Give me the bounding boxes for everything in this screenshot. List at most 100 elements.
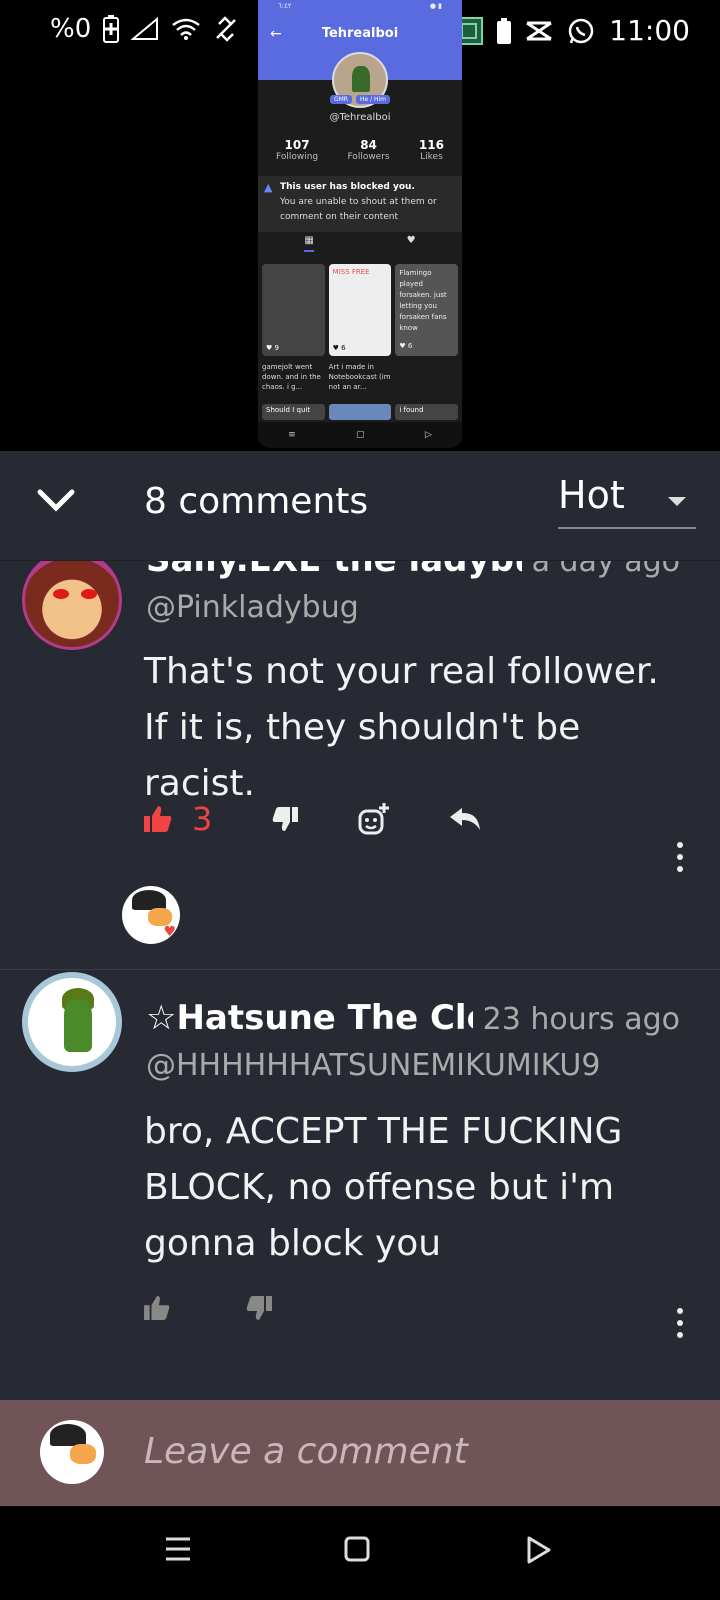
capcut-icon — [525, 19, 553, 43]
badge-pronouns: He / Him — [355, 95, 391, 104]
avatar-body — [64, 1000, 92, 1052]
blocked-title: This user has blocked you. — [280, 182, 415, 192]
badge-gmr: GMR — [329, 95, 352, 104]
stat-followers: 84 Followers — [347, 138, 389, 162]
embedded-post-grid: ♥ 9 MISS FREE ♥ 6 Flamingo played forsak… — [262, 264, 458, 356]
avatar-eye — [53, 589, 69, 599]
navigation-bar — [0, 1506, 720, 1600]
comments-count: 8 comments — [144, 481, 369, 522]
add-reaction-button[interactable] — [358, 803, 390, 835]
stat-likes-label: Likes — [420, 152, 443, 162]
embedded-screenshot: ٦:٤٢ ● ▮ ← Tehrealboi GMR He / Him @Tehr… — [258, 0, 462, 448]
tile-caption: Art i made in Notebookcast (im not an ar… — [328, 363, 391, 391]
like-button[interactable]: 3 — [144, 800, 212, 838]
menu-icon — [164, 1537, 192, 1566]
tile-caption — [395, 362, 458, 392]
sort-value: Hot — [558, 473, 625, 517]
avatar[interactable] — [22, 550, 122, 650]
comment-text: That's not your real follower. If it is,… — [144, 651, 659, 804]
dislike-button[interactable] — [246, 1296, 272, 1320]
reply-button[interactable] — [450, 808, 481, 830]
embedded-handle: @Tehrealboi — [329, 112, 391, 123]
stat-following-num: 107 — [284, 138, 310, 152]
post-tile: Flamingo played forsaken. just letting y… — [395, 264, 458, 356]
avatar-eye — [81, 589, 97, 599]
embedded-post-row: Should I quit i found — [262, 404, 458, 420]
whatsapp-icon — [567, 17, 595, 45]
embedded-nav-bar: ≡ ▢ ▷ — [258, 422, 462, 448]
comment-timestamp: 23 hours ago — [482, 1002, 680, 1037]
add-emoji-icon — [358, 803, 390, 835]
home-icon: ▢ — [356, 430, 365, 440]
comment-author-handle[interactable]: @HHHHHHATSUNEMIKUMIKU9 — [146, 1048, 600, 1083]
reactor-cap — [132, 890, 166, 910]
tile-likes: ♥ 6 — [399, 342, 413, 350]
chevron-down-icon — [36, 488, 76, 518]
comments-panel: Sally.EXE the ladybug a day ago @Pinklad… — [0, 451, 720, 1504]
back-triangle-icon — [526, 1536, 552, 1568]
thumbs-up-icon — [144, 806, 172, 832]
tile-text: MISS FREE — [332, 268, 370, 276]
comment-input[interactable] — [144, 1426, 684, 1476]
status-left: %0 — [50, 14, 239, 44]
comment-author-name[interactable]: ☆Hatsune The Clown — [146, 998, 473, 1038]
tile-text: Flamingo played forsaken. just letting y… — [399, 269, 447, 332]
comment-meta: ☆Hatsune The Clown 23 hours ago — [146, 998, 680, 1038]
reply-icon — [450, 808, 481, 830]
avatar-nose — [70, 1444, 96, 1464]
more-options-button[interactable] — [676, 1308, 684, 1338]
embedded-profile-title: Tehrealboi — [321, 26, 399, 41]
comment-actions: 3 — [144, 800, 680, 838]
stat-followers-label: Followers — [347, 152, 390, 162]
battery-percent: %0 — [50, 14, 92, 44]
back-button[interactable] — [526, 1536, 552, 1568]
menu-button[interactable] — [164, 1536, 192, 1566]
back-icon: ▷ — [424, 430, 432, 440]
post-tile: Should I quit — [262, 404, 325, 420]
avatar[interactable] — [22, 972, 122, 1072]
warning-icon: ▲ — [264, 181, 273, 194]
thumbs-down-icon — [272, 807, 299, 831]
stat-following-label: Following — [276, 152, 319, 162]
blocked-body: You are unable to shout at them or comme… — [280, 197, 437, 222]
sort-dropdown[interactable]: Hot — [558, 473, 696, 529]
tile-caption: gamejolt went down. and in the chaos. i … — [262, 363, 321, 391]
home-square-icon — [344, 1536, 370, 1566]
comment-author-handle[interactable]: @Pinkladybug — [146, 590, 359, 625]
heart-reaction-icon: ♥ — [163, 924, 176, 940]
collapse-button[interactable] — [34, 481, 78, 525]
reaction-avatar[interactable]: ♥ — [122, 886, 180, 944]
post-tile: i found — [395, 404, 458, 420]
more-options-button[interactable] — [676, 842, 684, 872]
battery-icon — [497, 17, 512, 44]
caret-down-icon — [668, 497, 686, 506]
menu-icon: ≡ — [288, 430, 296, 440]
stat-following: 107 Following — [276, 138, 318, 162]
wifi-icon — [171, 17, 201, 41]
current-user-avatar — [40, 1420, 104, 1484]
blocked-notice: ▲ This user has blocked you. You are una… — [258, 176, 462, 232]
signal-icon — [131, 17, 159, 41]
embedded-status-bar: ٦:٤٢ ● ▮ — [258, 0, 462, 14]
home-button[interactable] — [344, 1536, 370, 1566]
comment-input-bar — [0, 1400, 720, 1506]
tile-likes: ♥ 9 — [266, 344, 279, 352]
grid-icon: ▦ — [304, 235, 314, 252]
stat-likes-num: 116 — [418, 138, 444, 152]
comment-item: Sally.EXE the ladybug a day ago @Pinklad… — [0, 540, 720, 970]
avatar-cap — [50, 1424, 86, 1446]
like-count: 3 — [192, 800, 213, 838]
stat-likes: 116 Likes — [419, 138, 444, 162]
embedded-status-icons: ● ▮ — [429, 2, 442, 10]
like-button[interactable] — [144, 1296, 170, 1320]
status-right: 11:00 — [431, 14, 690, 47]
tile-likes: ♥ 6 — [332, 344, 346, 352]
dislike-button[interactable] — [272, 807, 299, 831]
post-tile: MISS FREE ♥ 6 — [328, 264, 392, 356]
battery-charging-icon — [103, 15, 120, 43]
embedded-captions: gamejolt went down. and in the chaos. i … — [262, 362, 458, 392]
comment-item: ☆Hatsune The Clown 23 hours ago @HHHHHHA… — [0, 972, 720, 1402]
thumbs-up-icon — [144, 1296, 170, 1320]
comment-actions — [144, 1296, 680, 1320]
embedded-badges: GMR He / Him — [258, 95, 462, 104]
